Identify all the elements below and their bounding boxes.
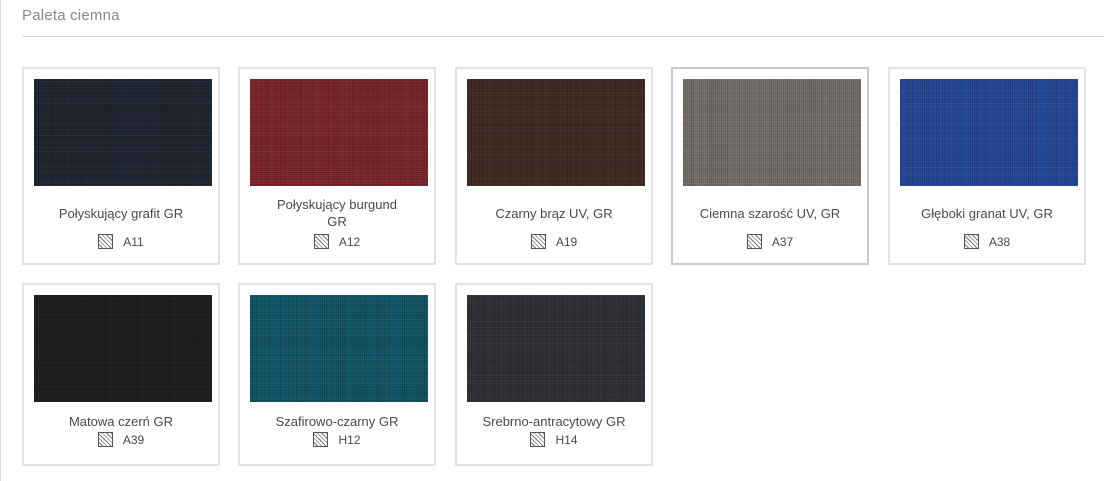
swatch-name: Połyskujący burgund GR xyxy=(277,197,397,229)
swatch-card-a37[interactable]: Ciemna szarość UV, GR A37 xyxy=(671,67,869,265)
fabric-swatch-image[interactable] xyxy=(467,79,645,186)
fabric-pattern-icon xyxy=(97,432,113,447)
fabric-pattern-icon xyxy=(313,234,329,249)
fabric-texture xyxy=(34,295,212,402)
swatch-card-h12[interactable]: Szafirowo-czarny GR H12 xyxy=(238,283,436,466)
swatch-code: A37 xyxy=(771,234,794,249)
fabric-swatch-image[interactable] xyxy=(34,79,212,186)
fabric-swatch-image[interactable] xyxy=(467,295,645,402)
fabric-swatch-image[interactable] xyxy=(34,295,212,402)
fabric-texture xyxy=(467,295,645,402)
swatch-code: A12 xyxy=(338,234,361,249)
swatch-name: Połyskujący grafit GR xyxy=(58,206,184,221)
fabric-texture xyxy=(250,79,428,186)
fabric-texture xyxy=(34,79,212,186)
swatch-name: Srebrno-antracytowy GR xyxy=(482,414,626,429)
fabric-pattern-icon xyxy=(98,234,114,249)
swatch-code: A39 xyxy=(122,432,145,447)
fabric-pattern-icon xyxy=(746,234,762,249)
swatch-name: Czarny brąz UV, GR xyxy=(495,206,613,221)
swatch-name: Głęboki granat UV, GR xyxy=(921,206,1053,221)
swatch-code: A19 xyxy=(555,234,578,249)
fabric-pattern-icon xyxy=(963,234,979,249)
swatch-card-a11[interactable]: Połyskujący grafit GR A11 xyxy=(22,67,220,265)
fabric-pattern-icon xyxy=(313,432,329,447)
swatch-card-a12[interactable]: Połyskujący burgund GR A12 xyxy=(238,67,436,265)
fabric-pattern-icon xyxy=(530,432,546,447)
fabric-texture xyxy=(683,79,861,186)
swatch-card-a39[interactable]: Matowa czerń GR A39 xyxy=(22,283,220,466)
fabric-swatch-image[interactable] xyxy=(250,79,428,186)
fabric-texture xyxy=(250,295,428,402)
swatch-name: Matowa czerń GR xyxy=(68,414,174,429)
title-divider xyxy=(22,36,1104,37)
swatch-card-h14[interactable]: Srebrno-antracytowy GR H14 xyxy=(455,283,653,466)
swatch-name: Szafirowo-czarny GR xyxy=(275,414,399,429)
fabric-texture xyxy=(467,79,645,186)
left-border xyxy=(0,0,1,481)
swatch-code: A11 xyxy=(123,234,144,249)
fabric-pattern-icon xyxy=(530,234,546,249)
swatch-card-a38[interactable]: Głęboki granat UV, GR A38 xyxy=(888,67,1086,265)
fabric-swatch-image[interactable] xyxy=(900,79,1078,186)
section-title: Paleta ciemna xyxy=(22,7,120,24)
swatch-card-a19[interactable]: Czarny brąz UV, GR A19 xyxy=(455,67,653,265)
fabric-swatch-image[interactable] xyxy=(250,295,428,402)
fabric-texture xyxy=(900,79,1078,186)
swatch-code: H14 xyxy=(555,432,578,447)
swatch-code: H12 xyxy=(338,432,361,447)
swatch-code: A38 xyxy=(988,234,1011,249)
fabric-swatch-image[interactable] xyxy=(683,79,861,186)
swatch-name: Ciemna szarość UV, GR xyxy=(699,206,841,221)
